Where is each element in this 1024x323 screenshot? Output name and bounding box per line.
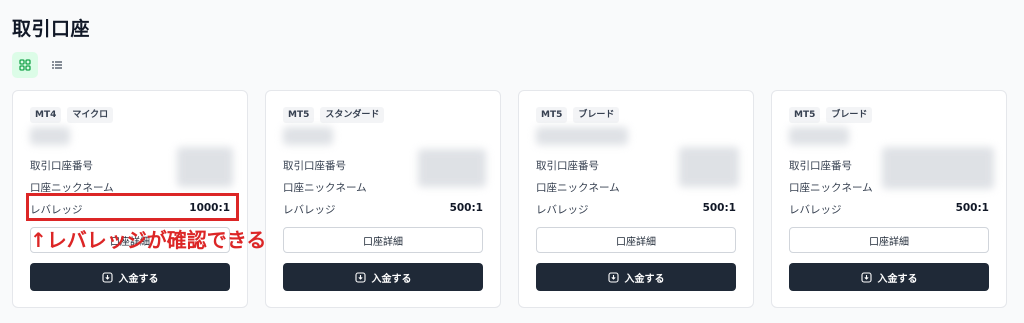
deposit-button[interactable]: 入金する bbox=[536, 263, 736, 291]
leverage-label: レバレッジ bbox=[789, 204, 842, 216]
account-card: MT4 マイクロ 取引口座番号 口座ニックネーム レバレッジ 1000:1 口座… bbox=[12, 90, 248, 308]
deposit-button-label: 入金する bbox=[877, 273, 918, 285]
list-view-button[interactable] bbox=[44, 52, 70, 78]
nickname-label: 口座ニックネーム bbox=[789, 182, 873, 194]
leverage-label: レバレッジ bbox=[283, 204, 336, 216]
account-details-button[interactable]: 口座詳細 bbox=[789, 227, 989, 253]
leverage-value: 1000:1 bbox=[189, 202, 230, 214]
page-title: 取引口座 bbox=[12, 18, 91, 40]
download-icon bbox=[607, 271, 619, 283]
grid-view-button[interactable] bbox=[12, 52, 38, 78]
account-card: MT5 ブレード 取引口座番号 口座ニックネーム レバレッジ 500:1 口座詳… bbox=[771, 90, 1007, 308]
account-type-badge: スタンダード bbox=[320, 107, 385, 123]
account-name-redacted bbox=[789, 127, 849, 145]
account-number-label: 取引口座番号 bbox=[283, 160, 346, 172]
account-details-button-label: 口座詳細 bbox=[363, 236, 403, 248]
download-icon bbox=[354, 271, 366, 283]
account-details-button[interactable]: 口座詳細 bbox=[536, 227, 736, 253]
account-details-button[interactable]: 口座詳細 bbox=[283, 227, 483, 253]
download-icon bbox=[860, 271, 872, 283]
account-type-badge: ブレード bbox=[826, 107, 873, 123]
leverage-label: レバレッジ bbox=[536, 204, 589, 216]
leverage-value: 500:1 bbox=[955, 202, 989, 214]
nickname-label: 口座ニックネーム bbox=[283, 182, 367, 194]
account-cards: MT4 マイクロ 取引口座番号 口座ニックネーム レバレッジ 1000:1 口座… bbox=[12, 90, 1007, 308]
account-type-badge: ブレード bbox=[573, 107, 620, 123]
leverage-value: 500:1 bbox=[449, 202, 483, 214]
platform-badge: MT5 bbox=[536, 107, 568, 123]
account-name-redacted bbox=[30, 127, 70, 145]
view-toggle bbox=[12, 52, 70, 78]
account-number-label: 取引口座番号 bbox=[30, 160, 93, 172]
account-type-badge: マイクロ bbox=[67, 107, 114, 123]
platform-badge: MT5 bbox=[789, 107, 821, 123]
account-details-button-label: 口座詳細 bbox=[869, 236, 909, 248]
account-number-label: 取引口座番号 bbox=[536, 160, 599, 172]
deposit-button-label: 入金する bbox=[624, 273, 665, 285]
account-number-redacted bbox=[679, 147, 739, 187]
deposit-button[interactable]: 入金する bbox=[30, 263, 230, 291]
platform-badge: MT5 bbox=[283, 107, 315, 123]
account-name-redacted bbox=[536, 127, 628, 145]
account-card: MT5 ブレード 取引口座番号 口座ニックネーム レバレッジ 500:1 口座詳… bbox=[518, 90, 754, 308]
deposit-button[interactable]: 入金する bbox=[789, 263, 989, 291]
leverage-value: 500:1 bbox=[702, 202, 736, 214]
account-name-redacted bbox=[283, 127, 333, 145]
deposit-button-label: 入金する bbox=[118, 273, 159, 285]
deposit-button-label: 入金する bbox=[371, 273, 412, 285]
account-number-redacted bbox=[177, 147, 233, 187]
account-number-label: 取引口座番号 bbox=[789, 160, 852, 172]
account-number-redacted bbox=[418, 149, 486, 187]
leverage-annotation: ↑レバレッジが確認できる bbox=[30, 228, 267, 252]
platform-badge: MT4 bbox=[30, 107, 62, 123]
account-details-button-label: 口座詳細 bbox=[616, 236, 656, 248]
list-icon bbox=[52, 61, 62, 69]
deposit-button[interactable]: 入金する bbox=[283, 263, 483, 291]
download-icon bbox=[101, 271, 113, 283]
account-card: MT5 スタンダード 取引口座番号 口座ニックネーム レバレッジ 500:1 口… bbox=[265, 90, 501, 308]
account-number-redacted bbox=[882, 147, 994, 189]
leverage-label: レバレッジ bbox=[30, 204, 83, 216]
grid-icon bbox=[19, 59, 31, 71]
nickname-label: 口座ニックネーム bbox=[30, 182, 114, 194]
nickname-label: 口座ニックネーム bbox=[536, 182, 620, 194]
